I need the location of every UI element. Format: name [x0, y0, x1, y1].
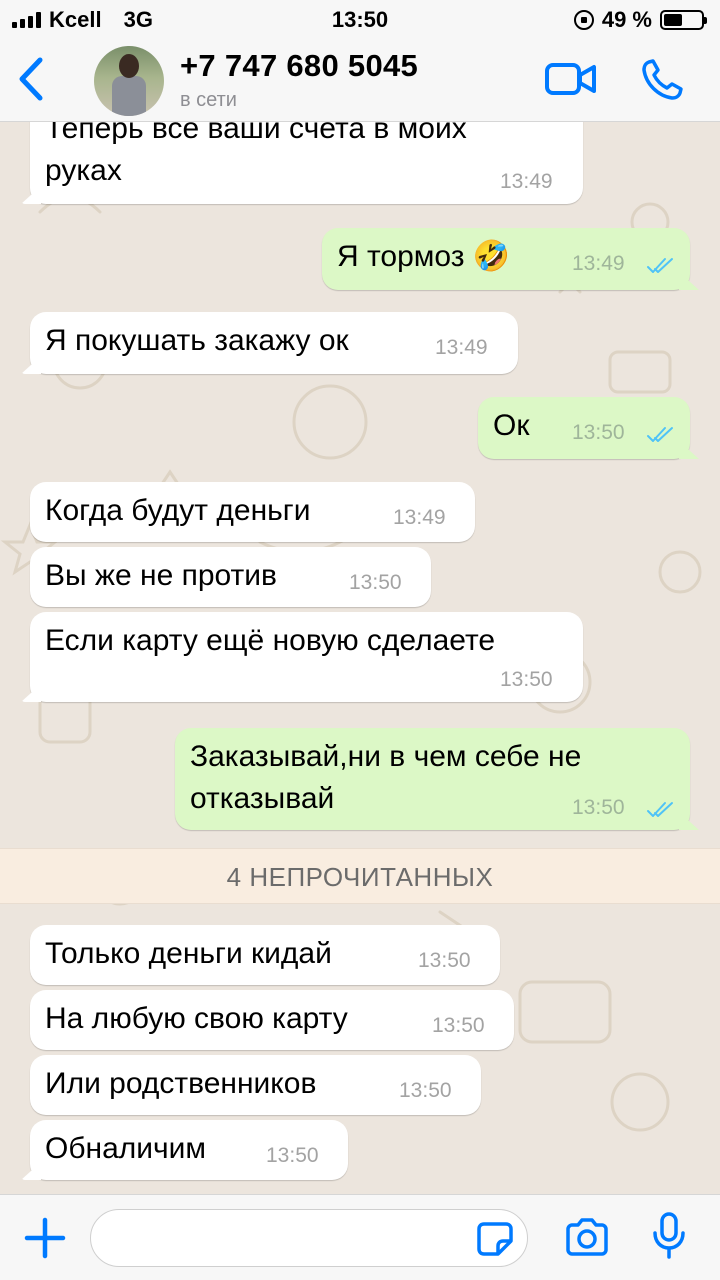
battery-percent: 49 % — [601, 7, 652, 32]
outgoing-message[interactable]: Ок 13:50 — [478, 397, 690, 459]
message-time: 13:50 — [572, 796, 625, 819]
message-time: 13:50 — [399, 1079, 452, 1102]
read-checkmarks-icon — [647, 258, 673, 273]
chat-header: +7 747 680 5045 в сети — [0, 40, 720, 122]
orientation-lock-icon — [573, 10, 594, 30]
message-time: 13:50 — [572, 421, 625, 444]
contact-status: в сети — [180, 89, 237, 111]
video-camera-icon[interactable] — [544, 60, 598, 98]
incoming-message[interactable]: Только деньги кидай 13:50 — [30, 925, 500, 985]
message-time: 13:50 — [266, 1144, 319, 1167]
message-input[interactable] — [90, 1209, 528, 1267]
incoming-message[interactable]: Или родственников 13:50 — [30, 1055, 481, 1115]
message-time: 13:49 — [435, 336, 488, 359]
status-bar-right: 49 % — [573, 7, 707, 33]
unread-banner: 4 НЕПРОЧИТАННЫХ — [0, 848, 720, 904]
message-text: На любую свою карту — [45, 1002, 348, 1035]
message-time: 13:50 — [432, 1014, 485, 1037]
message-text: Теперь все ваши счета в моих — [45, 122, 467, 145]
contact-name[interactable]: +7 747 680 5045 — [180, 48, 418, 84]
input-bar — [0, 1194, 720, 1280]
message-time: 13:50 — [500, 668, 553, 691]
message-time: 13:50 — [418, 949, 471, 972]
incoming-message[interactable]: Обналичим 13:50 — [30, 1120, 348, 1180]
message-text: отказывай — [190, 782, 335, 815]
outgoing-message[interactable]: Заказывай,ни в чем себе не отказывай 13:50 — [175, 728, 690, 830]
incoming-message[interactable]: Если карту ещё новую сделаете 13:50 — [30, 612, 583, 702]
message-text: руках — [45, 154, 122, 187]
message-time: 13:49 — [500, 170, 553, 193]
message-text: Я покушать закажу ок — [45, 324, 349, 357]
chevron-left-icon[interactable] — [14, 56, 50, 102]
avatar[interactable] — [94, 46, 164, 116]
message-text: Заказывай,ни в чем себе не — [190, 740, 582, 773]
incoming-message[interactable]: Я покушать закажу ок 13:49 — [30, 312, 518, 374]
incoming-message[interactable]: Вы же не против 13:50 — [30, 547, 431, 607]
message-text: Только деньги кидай — [45, 937, 332, 970]
message-text: Когда будут деньги — [45, 494, 311, 527]
message-text: Обналичим — [45, 1132, 207, 1165]
camera-icon[interactable] — [564, 1217, 610, 1257]
plus-icon[interactable] — [24, 1217, 66, 1259]
message-time: 13:49 — [393, 506, 446, 529]
status-bar: Kcell 3G 13:50 49 % — [0, 0, 720, 40]
message-time: 13:50 — [349, 571, 402, 594]
message-text: Вы же не против — [45, 559, 277, 592]
message-text: Ок — [493, 409, 530, 442]
battery-icon — [660, 10, 707, 30]
phone-icon[interactable] — [640, 58, 684, 102]
read-checkmarks-icon — [647, 802, 673, 817]
incoming-message[interactable]: Когда будут деньги 13:49 — [30, 482, 475, 542]
incoming-message[interactable]: Теперь все ваши счета в моих руках 13:49 — [30, 122, 583, 204]
chat-area[interactable]: Теперь все ваши счета в моих руках 13:49 Я … — [0, 122, 720, 1194]
message-text: Или родственников — [45, 1067, 317, 1100]
microphone-icon[interactable] — [651, 1211, 687, 1261]
outgoing-message[interactable]: Я тормоз 🤣 13:49 — [322, 228, 690, 290]
incoming-message[interactable]: На любую свою карту 13:50 — [30, 990, 514, 1050]
message-time: 13:49 — [572, 252, 625, 275]
sticker-icon[interactable] — [476, 1221, 514, 1257]
read-checkmarks-icon — [647, 427, 673, 442]
message-text: Я тормоз 🤣 — [337, 240, 511, 273]
message-text: Если карту ещё новую сделаете — [45, 624, 496, 657]
